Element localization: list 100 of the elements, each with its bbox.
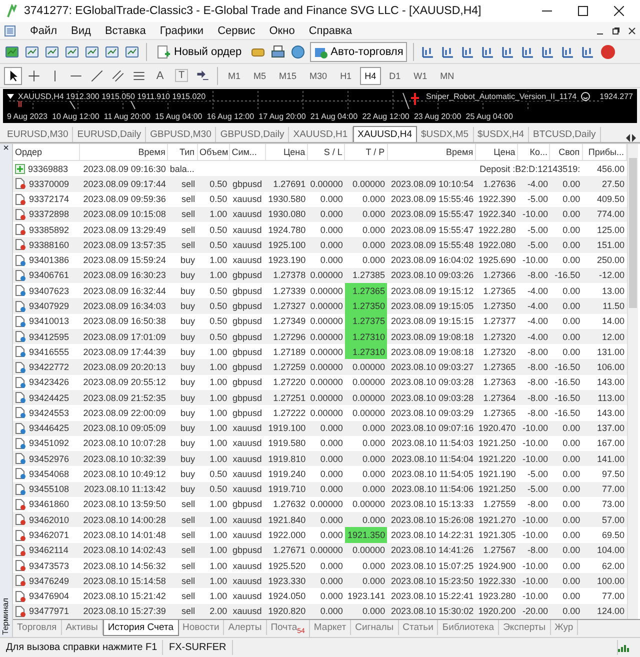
terminal-tab[interactable]: Жур bbox=[550, 620, 578, 635]
table-cell: 0.00000 bbox=[344, 496, 388, 512]
terminal-tab[interactable]: Статьи bbox=[398, 620, 438, 635]
new-chart-icon[interactable] bbox=[4, 44, 20, 60]
table-cell: 2023.08.09 16:50:38 bbox=[79, 314, 168, 329]
menu-item[interactable]: Графики bbox=[160, 24, 204, 36]
scroll-right-icon[interactable] bbox=[631, 134, 637, 142]
table-cell: 1921.350 bbox=[344, 527, 388, 543]
timeframe-button[interactable]: W1 bbox=[408, 66, 432, 84]
table-cell: 0.00000 bbox=[344, 359, 388, 375]
menu-item[interactable]: Файл bbox=[30, 24, 58, 36]
date-label: 23 Aug 20:00 bbox=[414, 112, 462, 121]
table-cell: 143.00 bbox=[582, 405, 626, 421]
alert-icon[interactable] bbox=[600, 44, 616, 60]
new-order-button[interactable]: Новый ордер bbox=[153, 42, 246, 62]
buy-order-icon bbox=[15, 422, 26, 434]
table-cell: 1921.270 bbox=[476, 512, 518, 528]
timeframe-button[interactable]: H1 bbox=[335, 66, 357, 84]
timeframe-button[interactable]: MN bbox=[435, 66, 460, 84]
terminal-tab[interactable]: Эксперты bbox=[499, 620, 551, 635]
chart-tab[interactable]: $USDX,M5 bbox=[417, 127, 474, 142]
table-cell: xauusd bbox=[229, 222, 266, 238]
text-label-tool[interactable]: T bbox=[175, 69, 188, 82]
column-header[interactable]: Сим... bbox=[229, 144, 266, 160]
column-header[interactable]: Ко... bbox=[518, 144, 550, 160]
timeframe-button[interactable]: M15 bbox=[274, 66, 302, 84]
column-header[interactable]: Ордер bbox=[13, 144, 80, 160]
table-cell: 0.000 bbox=[344, 237, 388, 253]
table-cell: sell bbox=[168, 192, 198, 207]
table-cell: -8.00 bbox=[518, 344, 550, 360]
menu-item[interactable]: Вид bbox=[71, 24, 91, 36]
timeframe-button[interactable]: M30 bbox=[304, 66, 332, 84]
menu-item[interactable]: Сервис bbox=[218, 24, 256, 36]
table-cell: 1.00 bbox=[197, 436, 230, 452]
menu-item[interactable]: Вставка bbox=[104, 24, 146, 36]
column-header[interactable]: Тип bbox=[168, 144, 198, 160]
menu-doc-icon[interactable] bbox=[4, 24, 16, 36]
dropdown-icon[interactable] bbox=[7, 94, 14, 99]
order-number: 93462010 bbox=[29, 514, 70, 525]
table-cell: 2023.08.09 09:59:36 bbox=[79, 192, 168, 207]
table-cell: 1930.080 bbox=[265, 206, 308, 222]
chart-window-icon[interactable] bbox=[44, 44, 60, 60]
table-cell: 0.00 bbox=[550, 512, 582, 528]
column-header[interactable]: Время bbox=[387, 144, 476, 160]
close-icon[interactable] bbox=[614, 6, 624, 16]
maximize-icon[interactable] bbox=[578, 6, 588, 16]
cursor-icon[interactable] bbox=[4, 66, 22, 84]
scroll-left-icon[interactable] bbox=[625, 134, 631, 142]
timeframe-button[interactable]: M5 bbox=[248, 66, 272, 84]
menu-item[interactable]: Справка bbox=[308, 24, 352, 36]
terminal-tab[interactable]: Торговля bbox=[13, 620, 62, 635]
table-cell: 1.27375 bbox=[344, 314, 388, 329]
close-icon[interactable] bbox=[628, 26, 636, 34]
table-cell: 106.00 bbox=[582, 359, 626, 375]
terminal-tab[interactable]: Новости bbox=[178, 620, 224, 635]
terminal-tab[interactable]: Алерты bbox=[224, 620, 267, 635]
terminal-tab[interactable]: Маркет bbox=[310, 620, 352, 635]
column-header[interactable]: Время bbox=[79, 144, 168, 160]
table-cell-text: 97.50 bbox=[600, 468, 626, 481]
timeframe-button[interactable]: H4 bbox=[360, 66, 382, 84]
table-cell: 0.00000 bbox=[344, 176, 388, 192]
chart-tab[interactable]: XAUUSD,H4 bbox=[352, 126, 417, 142]
column-header[interactable]: Объем bbox=[197, 144, 230, 160]
timeframe-button[interactable]: M1 bbox=[223, 66, 246, 84]
column-header[interactable]: S / L bbox=[308, 144, 345, 160]
column-header[interactable]: Цена bbox=[476, 144, 518, 160]
menu-item[interactable]: Окно bbox=[269, 24, 295, 36]
terminal-tab[interactable]: История Счета bbox=[102, 620, 179, 636]
table-cell: 27.50 bbox=[582, 176, 626, 192]
order-number: 93424553 bbox=[29, 408, 70, 418]
chart-tab[interactable]: GBPUSD,M30 bbox=[146, 127, 216, 142]
table-cell: 1922.080 bbox=[476, 237, 518, 253]
table-cell: buy bbox=[168, 359, 198, 375]
text-tool[interactable]: A bbox=[151, 66, 169, 84]
printer-icon[interactable] bbox=[270, 44, 286, 60]
chart-tab[interactable]: BTCUSD,Daily bbox=[528, 127, 601, 142]
column-header[interactable]: Своп bbox=[550, 144, 582, 160]
table-cell: buy bbox=[168, 268, 198, 284]
terminal-tab[interactable]: Сигналы bbox=[351, 620, 399, 635]
table-cell-text: 1923.141 bbox=[346, 590, 386, 604]
scrollbar[interactable] bbox=[627, 144, 638, 619]
column-header[interactable]: Цена bbox=[265, 144, 308, 160]
terminal-tab[interactable]: Библиотека bbox=[438, 620, 500, 635]
globe-icon[interactable] bbox=[290, 44, 306, 60]
timeframe-button[interactable]: D1 bbox=[384, 66, 406, 84]
column-header[interactable]: T / P bbox=[344, 144, 388, 160]
table-cell: 0.00 bbox=[550, 192, 582, 207]
table-cell: buy bbox=[168, 298, 198, 314]
table-cell: 0.50 bbox=[197, 237, 230, 253]
chart-tab[interactable]: GBPUSD,Daily bbox=[216, 127, 290, 142]
table-cell: buy bbox=[168, 451, 198, 466]
close-button[interactable]: × bbox=[3, 144, 9, 154]
table-cell: 1920.820 bbox=[265, 604, 308, 619]
chart-tab[interactable]: EURUSD,M30 bbox=[3, 127, 74, 142]
chart-tab[interactable]: EURUSD,Daily bbox=[73, 127, 146, 142]
restore-icon[interactable] bbox=[612, 26, 620, 34]
chart-tab[interactable]: $USDX,H4 bbox=[474, 127, 529, 142]
table-cell: 2023.08.09 15:55:47 bbox=[387, 222, 476, 238]
auto-trading-button[interactable]: Авто-торговля bbox=[310, 42, 408, 62]
table-cell-text: 1.00 bbox=[208, 590, 228, 604]
